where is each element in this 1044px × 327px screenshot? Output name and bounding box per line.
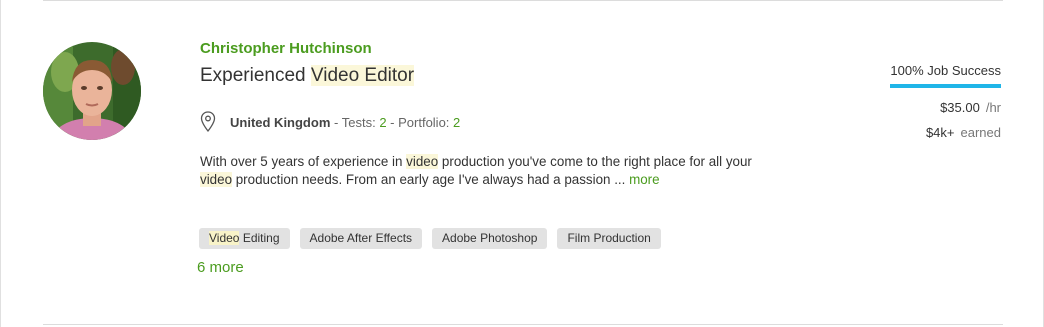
portfolio-count: 2 (453, 114, 461, 130)
description-highlight-1: video (406, 154, 439, 169)
skill-tag[interactable]: Video Editing (199, 228, 290, 249)
map-pin-icon (200, 111, 216, 133)
job-success-badge: 100% Job Success (890, 63, 1001, 88)
earned-value: $4k+ (925, 125, 955, 140)
freelancer-title[interactable]: Experienced Video Editor (200, 65, 415, 87)
location-row: United Kingdom - Tests: 2 - Portfolio: 2 (200, 110, 460, 134)
skill-label: Adobe Photoshop (442, 231, 538, 245)
description-highlight-2: video (200, 172, 233, 187)
earned-unit: earned (960, 125, 1001, 140)
freelancer-card[interactable]: Christopher Hutchinson Experienced Video… (0, 0, 1044, 327)
description: With over 5 years of experience in video… (200, 153, 760, 189)
title-highlight: Video Editor (310, 65, 415, 86)
title-prefix: Experienced (200, 65, 311, 86)
avatar[interactable] (43, 42, 141, 140)
top-divider (43, 0, 1003, 1)
more-skills-link[interactable]: 6 more (197, 259, 244, 276)
skill-label: Adobe After Effects (309, 231, 413, 245)
skills-list: Video Editing Adobe After Effects Adobe … (199, 228, 661, 249)
stats-panel: 100% Job Success $35.00/hr $4k+ earned (801, 62, 1001, 140)
skill-highlight: Video (209, 231, 240, 245)
skill-label: Editing (239, 231, 280, 245)
bottom-divider (43, 324, 1003, 325)
avatar-photo (43, 42, 141, 140)
description-text-2: production you've come to the right plac… (438, 154, 752, 169)
tests-count: 2 (379, 114, 387, 130)
description-text-3: production needs. From an early age I've… (232, 172, 630, 187)
skill-tag[interactable]: Adobe Photoshop (432, 228, 548, 249)
description-text-1: With over 5 years of experience in (200, 154, 407, 169)
skill-tag[interactable]: Adobe After Effects (299, 228, 423, 249)
rate-unit: /hr (985, 100, 1001, 115)
total-earned: $4k+ earned (801, 125, 1001, 140)
tests-label: - Tests: (334, 114, 376, 130)
hourly-rate: $35.00/hr (801, 100, 1001, 115)
skill-tag[interactable]: Film Production (557, 228, 661, 249)
portfolio-label: - Portfolio: (390, 114, 450, 130)
freelancer-name[interactable]: Christopher Hutchinson (200, 40, 372, 57)
description-more-link[interactable]: more (629, 172, 660, 187)
skill-label: Film Production (567, 231, 651, 245)
location-country: United Kingdom (230, 114, 331, 130)
rate-value: $35.00 (940, 100, 980, 115)
